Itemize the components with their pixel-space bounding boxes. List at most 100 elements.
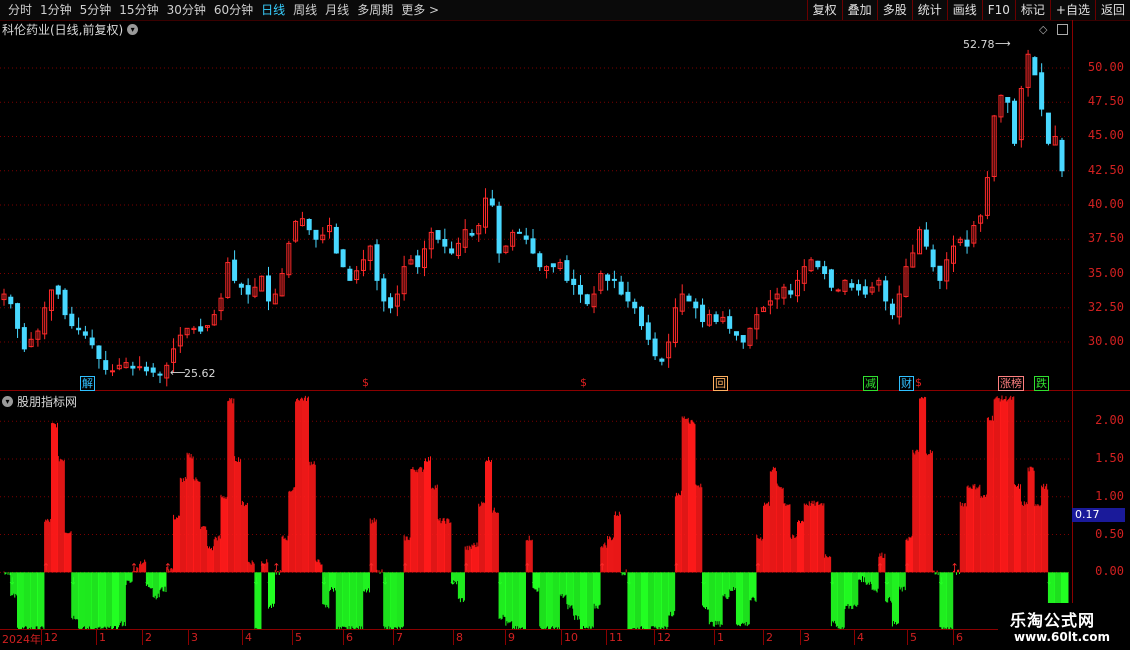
buy-arrow-icon: ↑ (754, 562, 762, 573)
candle-body (611, 278, 617, 281)
y-tick-label: 0.00 (1095, 564, 1124, 579)
toolbar-button[interactable]: 复权 (806, 0, 842, 20)
buy-arrow-icon: ↑ (272, 562, 280, 573)
candle-body (849, 283, 855, 288)
period-tab[interactable]: 30分钟 (163, 0, 210, 20)
candle-body (150, 367, 156, 373)
event-marker[interactable]: $ (361, 376, 370, 389)
candle-body (374, 244, 380, 281)
x-tick-mark (854, 629, 855, 645)
buy-arrow-icon: ↑ (401, 562, 409, 573)
candle-body (686, 295, 692, 302)
toolbar-button[interactable]: 返回 (1094, 0, 1130, 20)
buy-arrow-icon: ↑ (876, 562, 884, 573)
candle-body (381, 278, 387, 302)
watermark-title: 乐淘公式网 (1010, 611, 1096, 630)
buy-arrow-icon: ↑ (598, 562, 606, 573)
sell-arrow-icon: ↓ (625, 576, 633, 587)
sell-arrow-icon: ↓ (828, 576, 836, 587)
candle-body (449, 248, 455, 254)
candle-body (96, 345, 102, 359)
y-tick-label: 45.00 (1087, 128, 1124, 143)
candle-body (103, 360, 109, 370)
period-tab[interactable]: 5分钟 (76, 0, 116, 20)
sell-arrow-icon: ↓ (320, 576, 328, 587)
x-tick-mark (606, 629, 607, 645)
price-chart[interactable] (0, 20, 1072, 390)
toolbar-button[interactable]: 标记 (1014, 0, 1050, 20)
buy-arrow-icon: ↑ (164, 562, 172, 573)
event-marker[interactable]: 跌 (1034, 376, 1049, 391)
candle-body (245, 285, 251, 295)
candle-body (618, 281, 624, 295)
candle-body (516, 231, 522, 234)
event-marker[interactable]: $ (579, 376, 588, 389)
candle-body (110, 370, 116, 373)
candle-body (937, 265, 943, 281)
x-tick-label: 6 (346, 631, 353, 644)
candle-body (137, 366, 143, 369)
candle-body (1012, 100, 1018, 144)
period-tab[interactable]: 月线 (321, 0, 353, 20)
candle-body (693, 301, 699, 309)
y-tick-label: 50.00 (1087, 59, 1124, 74)
period-tab[interactable]: 分时 (4, 0, 36, 20)
candle-body (828, 269, 834, 288)
y-tick-label: 30.00 (1087, 334, 1124, 349)
toolbar-button[interactable]: F10 (981, 0, 1015, 20)
x-tick-label: 2024年 (2, 633, 41, 646)
candle-body (713, 314, 719, 322)
period-tab[interactable]: 更多 > (397, 0, 443, 20)
period-tab[interactable]: 多周期 (353, 0, 397, 20)
candle-body (652, 338, 658, 357)
x-tick-mark (393, 629, 394, 645)
high-price-label: 52.78 (963, 38, 995, 51)
candle-body (489, 198, 495, 206)
candle-body (130, 365, 136, 369)
candle-body (388, 297, 394, 309)
x-tick-label: 1 (717, 631, 724, 644)
y-tick-label: 1.50 (1095, 451, 1124, 465)
candle-body (415, 255, 421, 268)
candle-body (835, 289, 841, 292)
event-marker[interactable]: 减 (863, 376, 878, 391)
x-tick-mark (800, 629, 801, 645)
period-tab[interactable]: 60分钟 (210, 0, 257, 20)
indicator-chart[interactable]: ↓ ↑ ↓ ↑ ↓ ↑ ↓ ↑ ↓ ↑ ↓ ↑ ↓ ↑ ↓ ↑ ↓ ↑ ↓ ↑ ↓ ↑ ↓ ↑ ↓ ↑ ↓ ↑ ↓ ↑ ↓ (0, 391, 1072, 629)
period-tab[interactable]: 日线 (257, 0, 289, 20)
x-tick-mark (953, 629, 954, 645)
x-tick-mark (907, 629, 908, 645)
x-tick-label: 10 (564, 631, 578, 644)
toolbar-button[interactable]: 多股 (876, 0, 912, 20)
toolbar-button[interactable]: 画线 (946, 0, 982, 20)
buy-arrow-icon: ↑ (950, 562, 958, 573)
toolbar: 分时 1分钟 5分钟 15分钟 30分钟 60分钟 日线 周线 月线 多周期 更多 > 复权 叠加 多股… (0, 0, 1130, 21)
candle-body (577, 284, 583, 295)
sell-arrow-icon: ↓ (530, 576, 538, 587)
x-tick-mark (714, 629, 715, 645)
candle-body (550, 263, 556, 268)
sell-arrow-icon: ↓ (496, 576, 504, 587)
candle-body (822, 266, 828, 275)
event-marker[interactable]: 回 (713, 376, 728, 391)
y-tick-label: 37.50 (1087, 231, 1124, 246)
period-tab[interactable]: 1分钟 (36, 0, 76, 20)
candle-body (313, 229, 319, 240)
toolbar-button[interactable]: 叠加 (841, 0, 877, 20)
candle-body (700, 304, 706, 322)
period-tab[interactable]: 15分钟 (115, 0, 162, 20)
event-marker[interactable]: $ (914, 376, 923, 389)
toolbar-button[interactable]: +自选 (1049, 0, 1095, 20)
x-tick-label: 4 (857, 631, 864, 644)
event-marker[interactable]: 涨榜 (998, 376, 1024, 391)
candle-body (964, 239, 970, 247)
x-tick-label: 6 (956, 631, 963, 644)
event-marker[interactable]: 财 (899, 376, 914, 391)
candle-body (89, 337, 95, 346)
watermark: 乐淘公式网 www.60lt.com (998, 603, 1130, 650)
period-tab[interactable]: 周线 (289, 0, 321, 20)
buy-arrow-icon: ↑ (523, 562, 531, 573)
x-tick-label: 12 (657, 631, 671, 644)
event-marker[interactable]: 解 (80, 376, 95, 391)
toolbar-button[interactable]: 统计 (911, 0, 947, 20)
